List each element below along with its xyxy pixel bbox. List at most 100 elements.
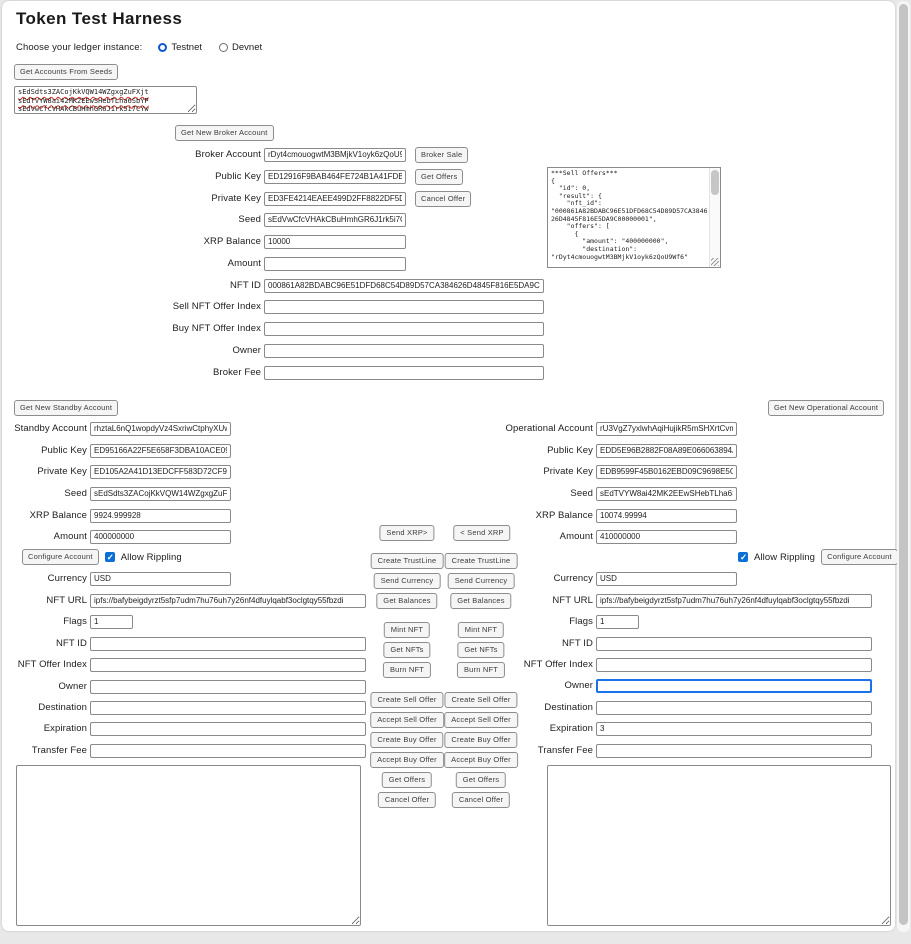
- standby-expiration-label: Expiration: [2, 723, 90, 734]
- standby-flags-input[interactable]: [90, 615, 133, 629]
- operational-nft-id-input[interactable]: [596, 637, 872, 651]
- standby-get-nfts-button[interactable]: Get NFTs: [383, 642, 430, 658]
- operational-owner-input[interactable]: [596, 679, 872, 693]
- results-scrollbar-thumb[interactable]: [711, 170, 719, 195]
- operational-transfer-fee-input[interactable]: [596, 744, 872, 758]
- operational-expiration-input[interactable]: [596, 722, 872, 736]
- get-accounts-from-seeds-button[interactable]: Get Accounts From Seeds: [14, 64, 118, 80]
- broker-seed-label: Seed: [2, 214, 264, 225]
- operational-nft-offer-index-row: NFT Offer Index: [474, 657, 872, 672]
- standby-create-buy-offer-button[interactable]: Create Buy Offer: [370, 732, 443, 748]
- standby-nft-url-input[interactable]: [90, 594, 366, 608]
- broker-account-input[interactable]: [264, 148, 406, 162]
- operational-allow-rippling-checkbox[interactable]: [738, 552, 748, 562]
- broker-public-key-input[interactable]: [264, 170, 406, 184]
- operational-results-textarea[interactable]: [547, 765, 891, 926]
- broker-get-offers-button[interactable]: Get Offers: [415, 169, 463, 185]
- operational-xrp-balance-input[interactable]: [596, 509, 737, 523]
- operational-cancel-offer-button[interactable]: Cancel Offer: [452, 792, 510, 808]
- operational-create-trustline-button[interactable]: Create TrustLine: [445, 553, 518, 569]
- standby-accept-buy-offer-button[interactable]: Accept Buy Offer: [370, 752, 444, 768]
- operational-nft-url-input[interactable]: [596, 594, 872, 608]
- operational-get-offers-button[interactable]: Get Offers: [456, 772, 506, 788]
- operational-configure-account-button[interactable]: Configure Account: [821, 549, 898, 565]
- devnet-radio[interactable]: [219, 43, 228, 52]
- operational-nft-offer-index-input[interactable]: [596, 658, 872, 672]
- standby-configure-account-button[interactable]: Configure Account: [22, 549, 99, 565]
- ledger-instance-prompt: Choose your ledger instance:: [16, 42, 142, 53]
- operational-seed-row: Seed: [474, 486, 737, 501]
- standby-accept-sell-offer-button[interactable]: Accept Sell Offer: [370, 712, 444, 728]
- broker-private-key-input[interactable]: [264, 192, 406, 206]
- broker-cancel-offer-button[interactable]: Cancel Offer: [415, 191, 471, 207]
- standby-seed-input[interactable]: [90, 487, 231, 501]
- standby-private-key-input[interactable]: [90, 465, 231, 479]
- standby-owner-input[interactable]: [90, 680, 366, 694]
- operational-amount-input[interactable]: [596, 530, 737, 544]
- operational-transfer-fee-label: Transfer Fee: [474, 745, 596, 756]
- broker-sale-button[interactable]: Broker Sale: [415, 147, 468, 163]
- broker-owner-input[interactable]: [264, 344, 544, 358]
- operational-seed-label: Seed: [474, 488, 596, 499]
- standby-burn-nft-button[interactable]: Burn NFT: [383, 662, 431, 678]
- ledger-option-testnet[interactable]: Testnet: [158, 42, 202, 53]
- standby-amount-input[interactable]: [90, 530, 231, 544]
- standby-allow-rippling-label: Allow Rippling: [121, 552, 182, 563]
- standby-create-trustline-button[interactable]: Create TrustLine: [371, 553, 444, 569]
- broker-private-key-label: Private Key: [2, 193, 264, 204]
- results-resize-handle[interactable]: [711, 258, 719, 266]
- operational-seed-input[interactable]: [596, 487, 737, 501]
- operational-xrp-balance-label: XRP Balance: [474, 510, 596, 521]
- broker-results-textarea[interactable]: [548, 168, 720, 267]
- results-scrollbar[interactable]: [709, 168, 720, 267]
- vertical-scrollbar-thumb[interactable]: [899, 4, 908, 925]
- standby-xrp-balance-input[interactable]: [90, 509, 231, 523]
- operational-account-input[interactable]: [596, 422, 737, 436]
- standby-expiration-input[interactable]: [90, 722, 366, 736]
- standby-public-key-input[interactable]: [90, 444, 231, 458]
- get-new-standby-account-button[interactable]: Get New Standby Account: [14, 400, 118, 416]
- broker-seed-input[interactable]: [264, 213, 406, 227]
- broker-private-key-row: Private Key: [2, 191, 406, 206]
- operational-currency-input[interactable]: [596, 572, 737, 586]
- standby-account-input[interactable]: [90, 422, 231, 436]
- standby-get-balances-button[interactable]: Get Balances: [376, 593, 437, 609]
- standby-allow-rippling-checkbox[interactable]: [105, 552, 115, 562]
- standby-send-currency-button[interactable]: Send Currency: [374, 573, 441, 589]
- standby-cancel-offer-button[interactable]: Cancel Offer: [378, 792, 436, 808]
- standby-destination-input[interactable]: [90, 701, 366, 715]
- broker-xrp-balance-input[interactable]: [264, 235, 406, 249]
- broker-public-key-label: Public Key: [2, 171, 264, 182]
- standby-create-sell-offer-button[interactable]: Create Sell Offer: [370, 692, 443, 708]
- operational-flags-input[interactable]: [596, 615, 639, 629]
- standby-flags-label: Flags: [2, 616, 90, 627]
- ledger-option-devnet[interactable]: Devnet: [219, 42, 262, 53]
- seeds-textarea[interactable]: [14, 86, 197, 114]
- broker-buy-offer-index-input[interactable]: [264, 322, 544, 336]
- standby-seed-row: Seed: [2, 486, 231, 501]
- operational-destination-input[interactable]: [596, 701, 872, 715]
- standby-currency-input[interactable]: [90, 572, 231, 586]
- broker-nft-id-input[interactable]: [264, 279, 544, 293]
- standby-nft-offer-index-input[interactable]: [90, 658, 366, 672]
- testnet-radio[interactable]: [158, 43, 167, 52]
- broker-sell-offer-index-input[interactable]: [264, 300, 544, 314]
- operational-public-key-label: Public Key: [474, 445, 596, 456]
- get-new-operational-account-button[interactable]: Get New Operational Account: [768, 400, 884, 416]
- standby-public-key-row: Public Key: [2, 443, 231, 458]
- broker-amount-input[interactable]: [264, 257, 406, 271]
- standby-mint-nft-button[interactable]: Mint NFT: [384, 622, 430, 638]
- operational-public-key-input[interactable]: [596, 444, 737, 458]
- standby-results-textarea[interactable]: [16, 765, 361, 926]
- operational-owner-row: Owner: [474, 678, 872, 693]
- vertical-scrollbar[interactable]: [897, 1, 910, 932]
- send-xrp-standby-to-operational-button[interactable]: Send XRP>: [379, 525, 434, 541]
- standby-get-offers-button[interactable]: Get Offers: [382, 772, 432, 788]
- broker-fee-input[interactable]: [264, 366, 544, 380]
- standby-transfer-fee-input[interactable]: [90, 744, 366, 758]
- standby-nft-id-input[interactable]: [90, 637, 366, 651]
- operational-private-key-input[interactable]: [596, 465, 737, 479]
- get-new-broker-account-button[interactable]: Get New Broker Account: [175, 125, 274, 141]
- standby-expiration-row: Expiration: [2, 721, 366, 736]
- ledger-instance-row: Choose your ledger instance: Testnet Dev…: [16, 42, 279, 53]
